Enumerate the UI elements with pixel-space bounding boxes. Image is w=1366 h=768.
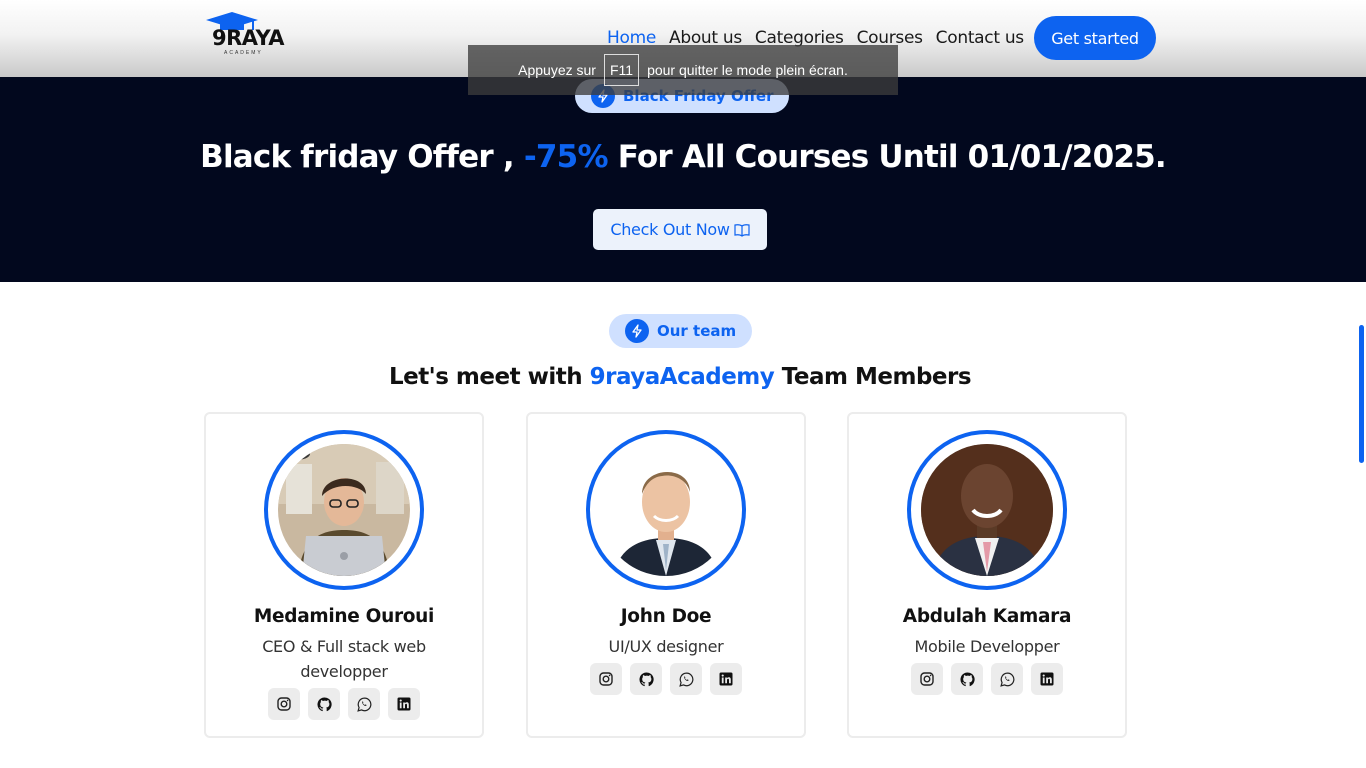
instagram-icon[interactable] [268,688,300,720]
instagram-icon[interactable] [911,663,943,695]
team-heading-part1: Let's meet with [388,364,583,390]
avatar-frame [907,430,1067,590]
whatsapp-icon[interactable] [670,663,702,695]
whatsapp-icon[interactable] [348,688,380,720]
scrollbar-thumb[interactable] [1359,325,1364,463]
team-member-card: Medamine Ouroui CEO & Full stack web dev… [204,412,484,738]
team-heading-part2: Team Members [781,364,972,390]
logo[interactable]: 9RAYA ACADEMY [206,12,286,58]
hero-title-discount: -75% [523,139,609,175]
team-member-card: Abdulah Kamara Mobile Developper [847,412,1127,738]
lightning-icon [625,319,649,343]
linkedin-icon[interactable] [710,663,742,695]
member-role: UI/UX designer [608,637,724,656]
hero-title-part1: Black friday Offer , [200,139,515,175]
avatar-frame [586,430,746,590]
fullscreen-notice-key: F11 [603,54,640,86]
github-icon[interactable] [630,663,662,695]
social-links [590,663,742,695]
our-team-badge-label: Our team [657,322,737,340]
check-out-now-button[interactable]: Check Out Now [593,209,767,250]
github-icon[interactable] [951,663,983,695]
member-name: Medamine Ouroui [253,606,435,627]
avatar [600,444,732,576]
book-open-icon [734,223,750,237]
fullscreen-notice-after: pour quitter le mode plein écran. [647,62,848,78]
linkedin-icon[interactable] [1031,663,1063,695]
check-out-now-label: Check Out Now [610,220,730,239]
team-member-card: John Doe UI/UX designer [526,412,806,738]
black-friday-banner: Black Friday Offer Black friday Offer , … [0,77,1366,282]
member-role: Mobile Developper [914,637,1060,656]
logo-text: 9RAYA [212,26,284,50]
social-links [911,663,1063,695]
member-name: Abdulah Kamara [902,606,1072,627]
fullscreen-notice: Appuyez sur F11 pour quitter le mode ple… [468,45,898,95]
instagram-icon[interactable] [590,663,622,695]
nav-contact-us[interactable]: Contact us [936,28,1024,48]
member-name: John Doe [620,606,712,627]
hero-title-part2: For All Courses Until 01/01/2025. [617,139,1167,175]
fullscreen-notice-before: Appuyez sur [518,62,596,78]
whatsapp-icon[interactable] [991,663,1023,695]
avatar-frame [264,430,424,590]
logo-subtext: ACADEMY [224,50,263,56]
hero-title: Black friday Offer , -75% For All Course… [0,139,1366,175]
team-heading: Let's meet with 9rayaAcademy Team Member… [0,364,1360,390]
github-icon[interactable] [308,688,340,720]
avatar [278,444,410,576]
social-links [268,688,420,720]
get-started-button[interactable]: Get started [1034,16,1156,60]
our-team-badge: Our team [609,314,753,348]
linkedin-icon[interactable] [388,688,420,720]
member-role: CEO & Full stack web developper [262,637,426,681]
team-heading-brand: 9rayaAcademy [589,364,775,390]
avatar [921,444,1053,576]
